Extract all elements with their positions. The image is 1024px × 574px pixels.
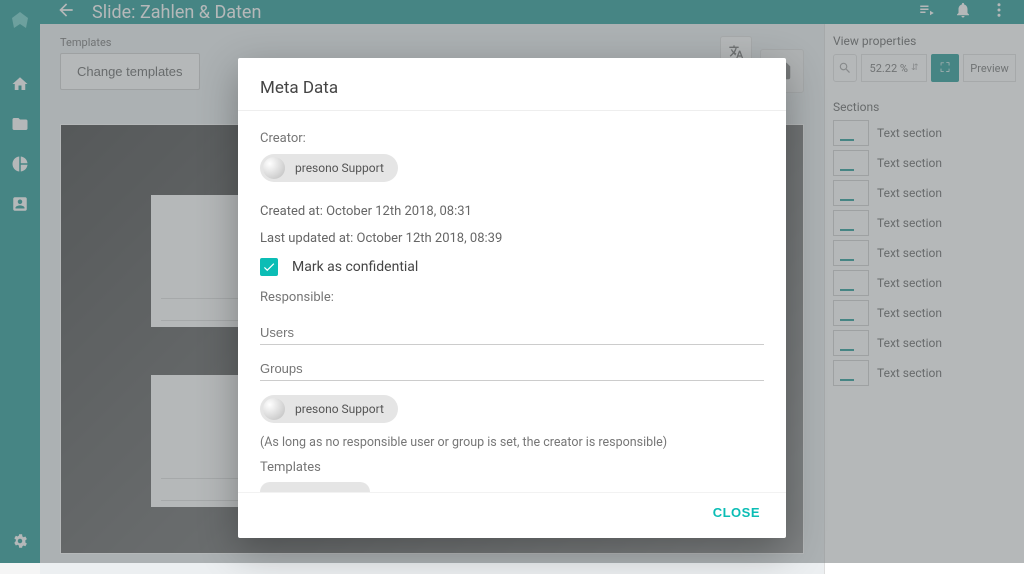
confidential-checkbox[interactable] — [260, 258, 278, 276]
avatar-icon — [263, 157, 285, 179]
template-chip-partial — [260, 482, 370, 492]
modal-overlay: Meta Data Creator: presono Support Creat… — [0, 0, 1024, 563]
creator-chip: presono Support — [260, 154, 398, 182]
avatar-icon — [263, 398, 285, 420]
users-input[interactable] — [260, 321, 764, 345]
confidential-label: Mark as confidential — [292, 259, 418, 275]
templates-section-label: Templates — [260, 460, 764, 475]
responsible-label: Responsible: — [260, 290, 764, 305]
groups-input[interactable] — [260, 357, 764, 381]
responsible-helper: (As long as no responsible user or group… — [260, 435, 764, 450]
close-button[interactable]: CLOSE — [705, 499, 768, 526]
created-at: Created at: October 12th 2018, 08:31 — [260, 204, 764, 219]
metadata-modal: Meta Data Creator: presono Support Creat… — [238, 58, 786, 538]
creator-label: Creator: — [260, 131, 764, 146]
group-chip[interactable]: presono Support — [260, 395, 398, 423]
updated-at: Last updated at: October 12th 2018, 08:3… — [260, 231, 764, 246]
modal-title: Meta Data — [238, 58, 786, 111]
